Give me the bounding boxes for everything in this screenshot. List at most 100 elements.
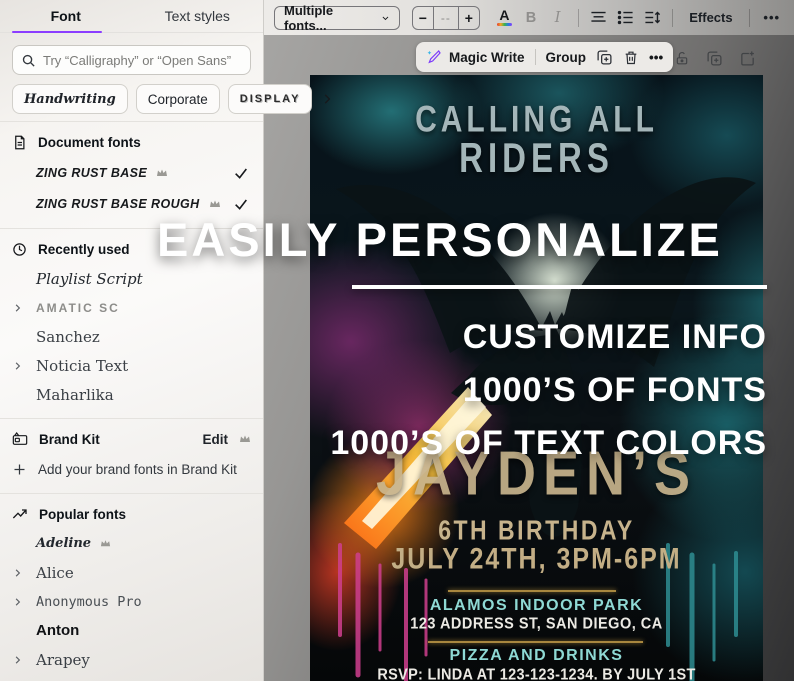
- poster-name-text[interactable]: JAYDEN’S: [310, 440, 763, 509]
- duplicate-icon: [596, 49, 613, 66]
- trending-up-icon: [12, 507, 28, 521]
- tab-font[interactable]: Font: [0, 0, 132, 33]
- pro-crown-icon: [209, 199, 221, 209]
- pro-crown-icon: [239, 434, 251, 444]
- font-size-increase-button[interactable]: +: [459, 7, 479, 29]
- chevron-down-icon: [382, 16, 389, 20]
- italic-button[interactable]: I: [547, 5, 568, 31]
- section-brand-kit: Brand Kit Edit Add your brand fonts in B…: [0, 418, 263, 484]
- font-size-value[interactable]: --: [433, 6, 459, 29]
- chips-next-button[interactable]: [320, 92, 334, 106]
- magic-write-button[interactable]: Magic Write: [426, 49, 525, 65]
- duplicate-button[interactable]: [596, 49, 613, 66]
- line-spacing-icon: [645, 11, 660, 24]
- search-input[interactable]: [43, 52, 242, 68]
- selected-check-icon: [233, 165, 249, 181]
- chip-handwriting[interactable]: Handwriting: [12, 84, 128, 114]
- group-button[interactable]: Group: [546, 50, 587, 65]
- font-item-playlist-script[interactable]: Playlist Script: [0, 264, 263, 293]
- bullet-list-icon: [617, 10, 633, 25]
- font-item-sanchez[interactable]: Sanchez: [0, 322, 263, 351]
- selection-toolbar: Magic Write Group •••: [416, 42, 674, 72]
- add-page-button[interactable]: [739, 50, 756, 67]
- sidebar-tabs: Font Text styles: [0, 0, 263, 33]
- canvas-area: Multiple fonts... − -- + A B I Effects •…: [264, 0, 794, 681]
- expand-chevron-icon[interactable]: [12, 360, 23, 371]
- font-size-decrease-button[interactable]: −: [413, 7, 433, 29]
- effects-button[interactable]: Effects: [683, 10, 738, 25]
- poster-heading-line2[interactable]: RIDERS: [310, 134, 763, 180]
- document-icon: [12, 135, 27, 150]
- brand-kit-icon: [12, 432, 28, 446]
- font-item-noticia-text[interactable]: Noticia Text: [0, 351, 263, 380]
- font-item-anton[interactable]: Anton: [0, 616, 263, 645]
- font-item-architype-aubette[interactable]: ARCHITYPE AUBETTE: [0, 674, 263, 681]
- list-button[interactable]: [615, 5, 636, 31]
- add-page-icon: [741, 51, 754, 66]
- toolbar-divider: [577, 8, 579, 27]
- font-item-arapey[interactable]: Arapey: [0, 645, 263, 674]
- font-category-chips: Handwriting Corporate DISPLAY: [12, 84, 331, 114]
- line-spacing-button[interactable]: [642, 5, 663, 31]
- font-item-zing-rust-base[interactable]: ZING RUST BASE: [0, 157, 263, 188]
- pro-crown-icon: [100, 539, 111, 548]
- expand-chevron-icon[interactable]: [12, 596, 23, 607]
- font-search[interactable]: [12, 45, 251, 75]
- recently-used-header: Recently used: [38, 241, 130, 257]
- document-fonts-header: Document fonts: [38, 134, 141, 150]
- popular-fonts-header: Popular fonts: [39, 506, 126, 522]
- bold-button[interactable]: B: [521, 5, 542, 31]
- chevron-right-icon: [325, 94, 331, 104]
- poster-food-text[interactable]: PIZZA AND DRINKS: [310, 647, 763, 665]
- poster-address-text[interactable]: 123 ADDRESS ST, SAN DIEGO, CA: [310, 615, 763, 633]
- poster-venue-text[interactable]: ALAMOS INDOOR PARK: [310, 597, 763, 615]
- rainbow-color-bar: [496, 22, 512, 27]
- section-recently-used: Recently used Playlist Script AMATIC SC …: [0, 228, 263, 409]
- page-controls: [674, 50, 756, 67]
- font-item-adeline[interactable]: Adeline: [0, 529, 263, 558]
- poster-divider-line: [448, 590, 616, 592]
- font-selector[interactable]: Multiple fonts...: [274, 3, 400, 33]
- toolbar-divider: [672, 8, 674, 27]
- duplicate-page-icon: [707, 51, 722, 66]
- toolbar-more-button[interactable]: •••: [759, 10, 784, 25]
- pro-crown-icon: [156, 168, 168, 178]
- poster-datetime-text[interactable]: JULY 24TH, 3PM-6PM: [310, 542, 763, 576]
- font-item-amatic-sc[interactable]: AMATIC SC: [0, 293, 263, 322]
- font-size-stepper: − -- +: [411, 5, 481, 30]
- tab-text-styles[interactable]: Text styles: [132, 0, 264, 32]
- text-color-button[interactable]: A: [494, 5, 515, 31]
- add-brand-fonts-button[interactable]: Add your brand fonts in Brand Kit: [0, 454, 263, 484]
- magic-write-icon: [426, 49, 442, 65]
- text-align-button[interactable]: [589, 5, 610, 31]
- selected-check-icon: [233, 196, 249, 212]
- section-document-fonts: Document fonts ZING RUST BASE ZING RUST …: [0, 121, 263, 219]
- poster-birthday-text[interactable]: 6TH BIRTHDAY: [310, 514, 763, 545]
- lock-button[interactable]: [674, 50, 690, 67]
- duplicate-page-button[interactable]: [706, 50, 723, 67]
- selection-more-button[interactable]: •••: [649, 50, 663, 65]
- align-center-icon: [591, 11, 607, 22]
- brand-kit-header: Brand Kit: [39, 431, 100, 447]
- delete-button[interactable]: [623, 49, 639, 66]
- design-page[interactable]: CALLING ALL RIDERS JAYDEN’S 6TH BIRTHDAY…: [310, 75, 763, 681]
- font-item-maharlika[interactable]: Maharlika: [0, 380, 263, 409]
- chip-corporate[interactable]: Corporate: [135, 84, 220, 114]
- plus-icon: [12, 462, 27, 477]
- poster-rsvp-text[interactable]: RSVP: LINDA AT 123-123-1234. BY JULY 1ST: [310, 666, 763, 681]
- expand-chevron-icon[interactable]: [12, 302, 23, 313]
- brand-kit-edit-button[interactable]: Edit: [203, 432, 229, 447]
- toolbar-divider: [748, 8, 750, 27]
- font-item-anonymous-pro[interactable]: Anonymous Pro: [0, 587, 263, 616]
- font-item-alice[interactable]: Alice: [0, 558, 263, 587]
- font-item-zing-rust-base-rough[interactable]: ZING RUST BASE ROUGH: [0, 188, 263, 219]
- expand-chevron-icon[interactable]: [12, 567, 23, 578]
- search-icon: [21, 53, 36, 68]
- expand-chevron-icon[interactable]: [12, 654, 23, 665]
- poster-divider-line: [428, 641, 643, 643]
- chip-display[interactable]: DISPLAY: [227, 84, 313, 114]
- clock-icon: [12, 242, 27, 257]
- poster-heading-line1[interactable]: CALLING ALL: [310, 99, 763, 140]
- unlock-icon: [676, 52, 688, 65]
- font-sidebar: Font Text styles Handwriting Corporate D…: [0, 0, 331, 681]
